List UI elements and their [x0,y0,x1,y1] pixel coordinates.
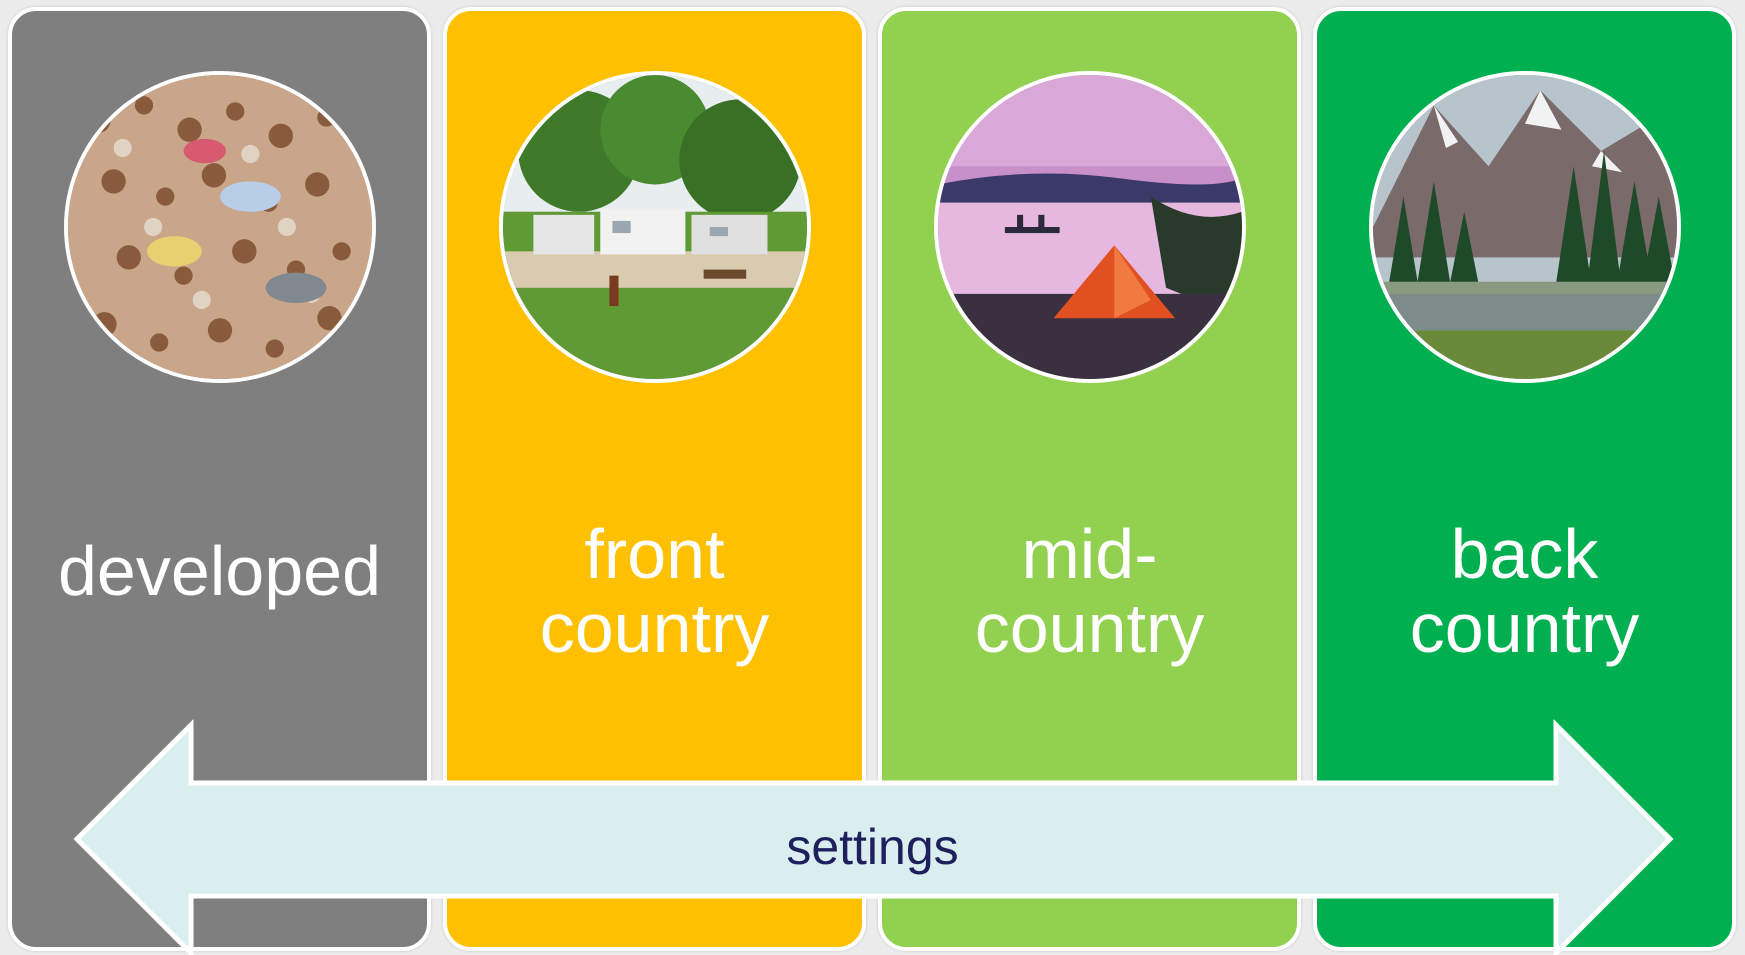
panel-developed: developed [8,7,431,951]
panel-label: back country [1409,515,1640,667]
panel-mid-country: mid- country [878,7,1301,951]
rv-campground-photo [498,71,811,383]
panel-front-country: front country [443,7,866,951]
panel-label: front country [539,515,770,667]
panel-label: developed [57,532,382,610]
arrow-label: settings [786,819,959,875]
lake-tent-photo [933,71,1246,383]
panel-back-country: back country [1313,7,1736,951]
crowded-beach-photo [63,71,376,383]
panel-label: mid- country [974,515,1205,667]
mountain-wilderness-photo [1368,71,1681,383]
